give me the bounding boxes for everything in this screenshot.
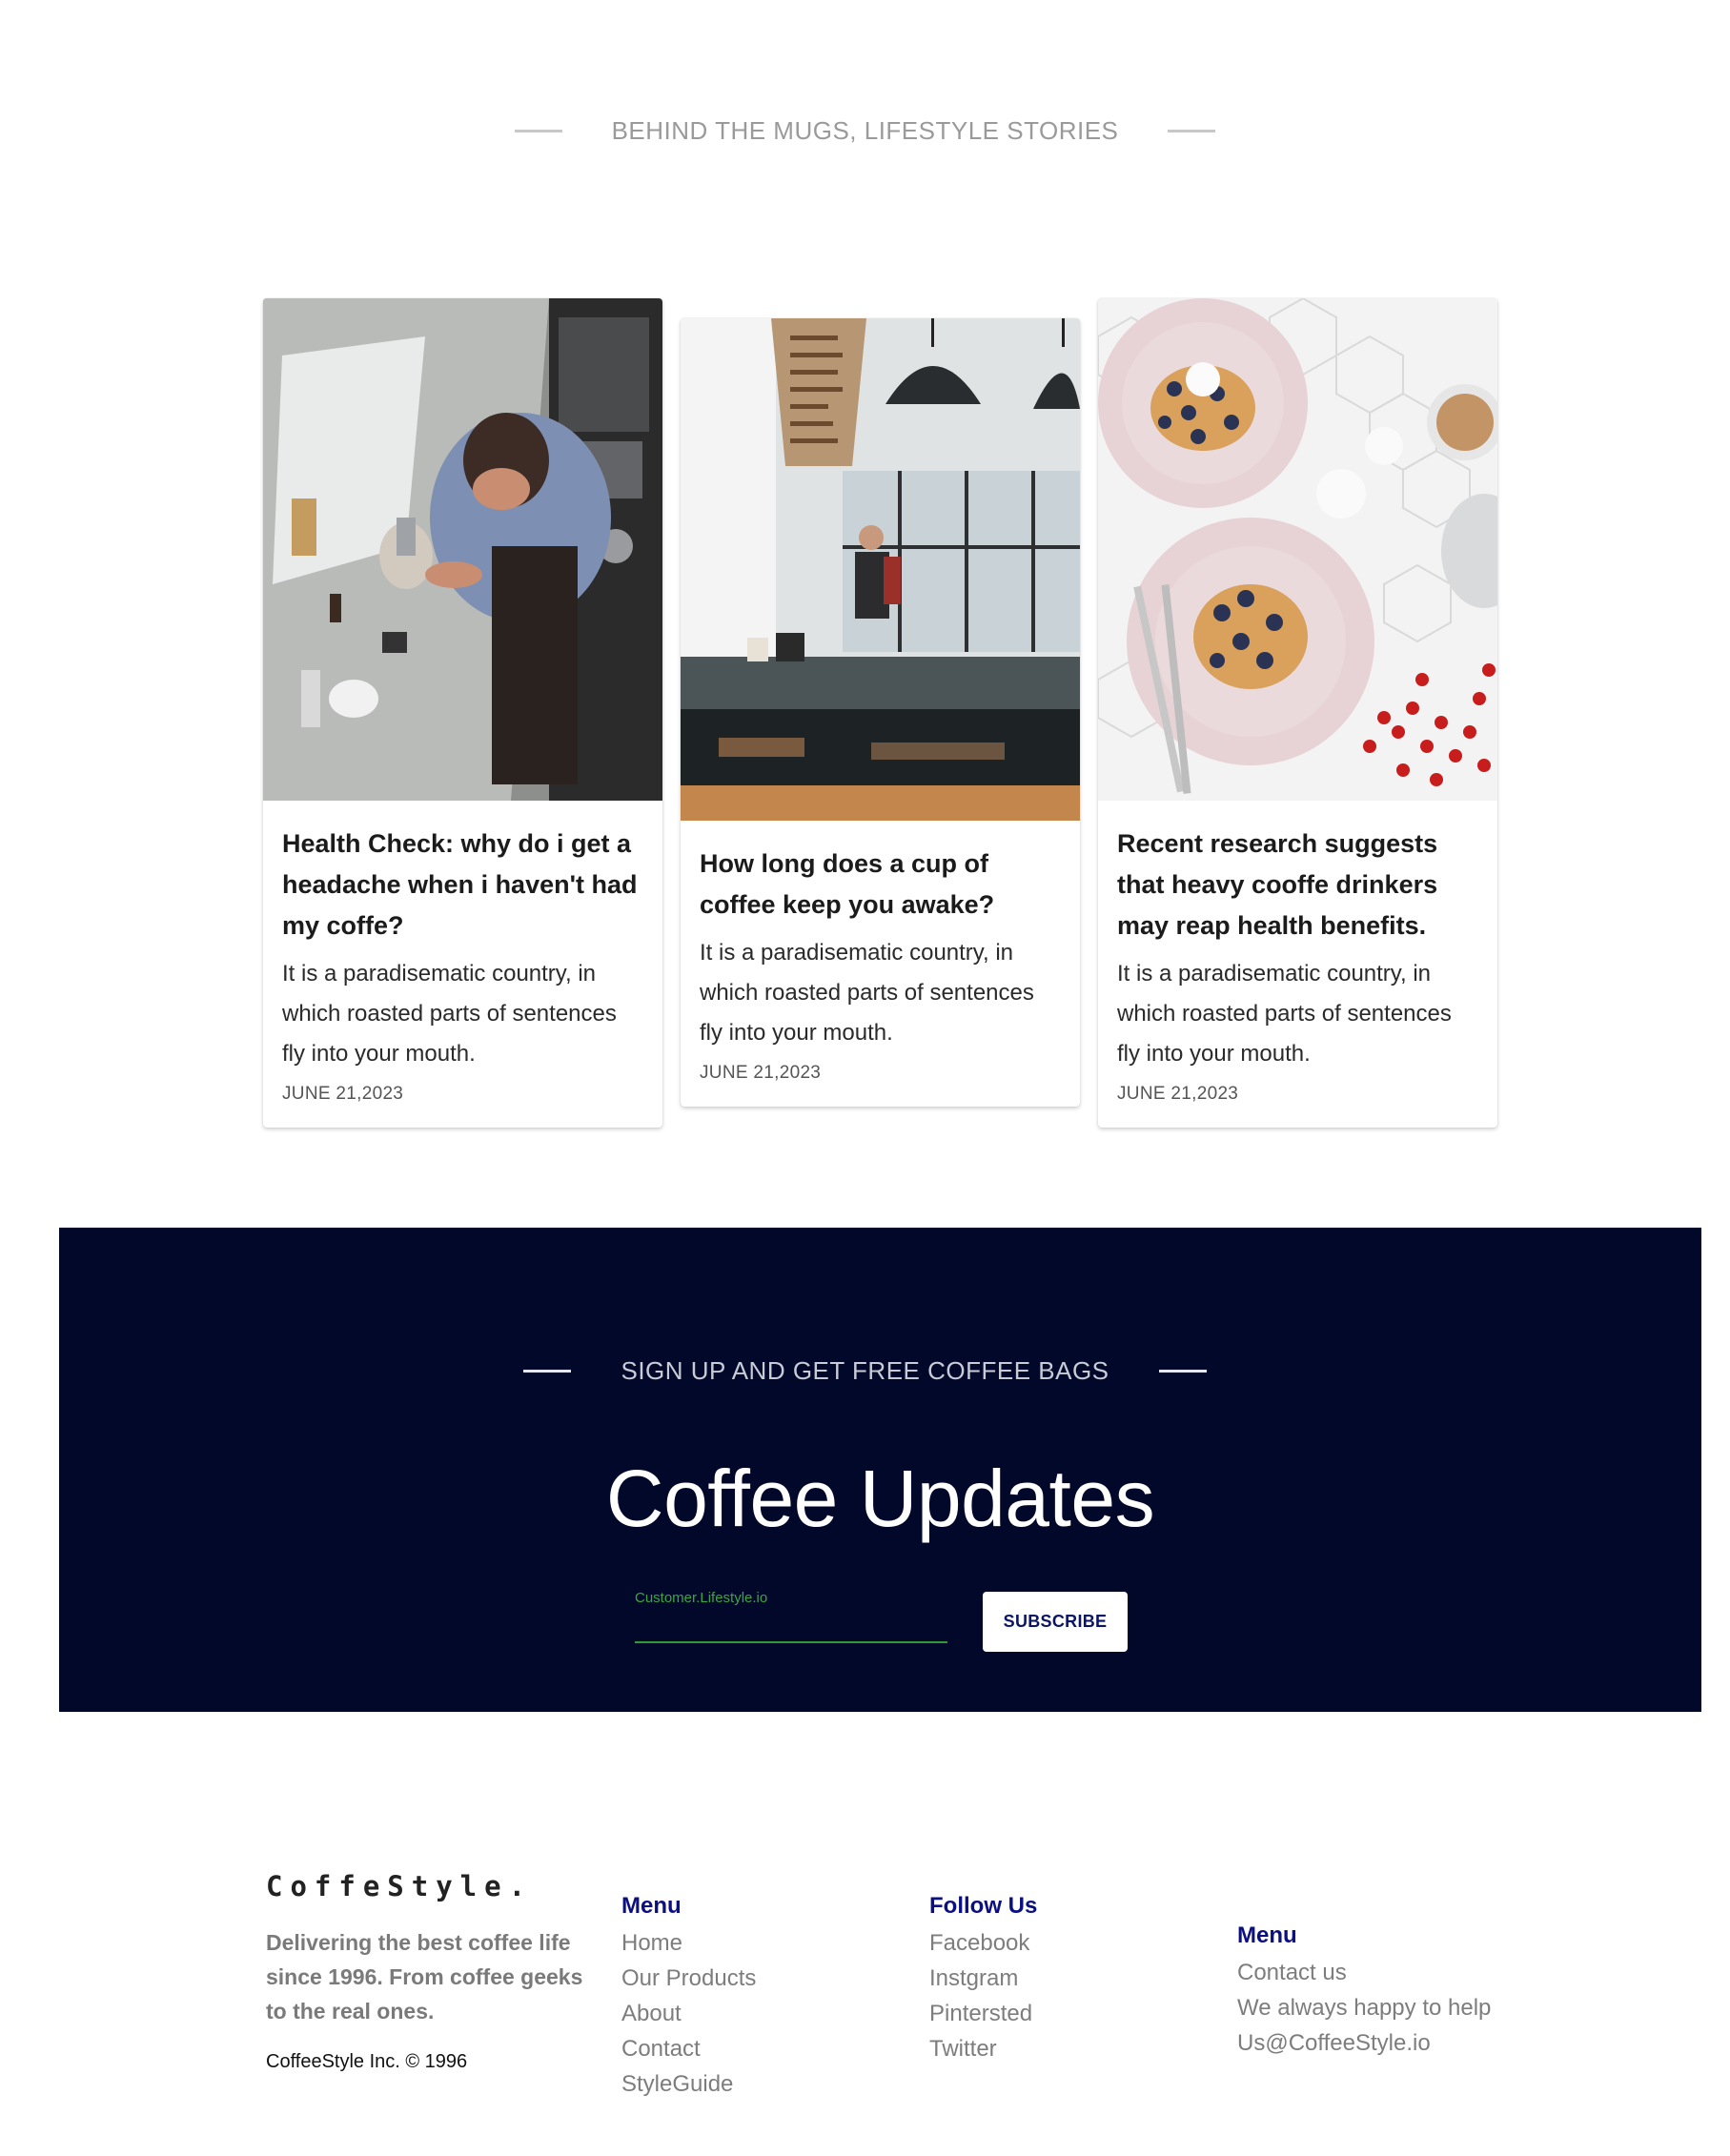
footer-contact-heading: Menu — [1237, 1922, 1297, 1948]
footer-link-home[interactable]: Home — [621, 1925, 756, 1961]
story-excerpt: It is a paradisematic country, in which … — [700, 940, 1034, 1046]
footer: CoffeStyle. Delivering the best coffee l… — [0, 1849, 1730, 2135]
stories-eyebrow-text: BEHIND THE MUGS, LIFESTYLE STORIES — [611, 116, 1119, 145]
subscribe-button[interactable]: SUBSCRIBE — [983, 1592, 1128, 1652]
footer-link-facebook[interactable]: Facebook — [929, 1925, 1037, 1961]
footer-help-text: We always happy to help — [1237, 1995, 1492, 2021]
footer-menu-heading: Menu — [621, 1893, 682, 1919]
footer-link-twitter[interactable]: Twitter — [929, 2031, 1037, 2066]
story-excerpt: It is a paradisematic country, in which … — [1117, 961, 1452, 1067]
email-field-label: Customer.Lifestyle.io — [635, 1590, 768, 1606]
story-title[interactable]: How long does a cup of coffee keep you a… — [700, 844, 1061, 925]
footer-logo[interactable]: CoffeStyle. — [266, 1870, 533, 1902]
footer-follow-column: Follow Us Facebook Instgram Pintersted T… — [929, 1891, 1037, 2066]
email-field[interactable]: Customer.Lifestyle.io — [635, 1590, 947, 1643]
heading-line-left — [523, 1370, 572, 1373]
footer-link-pinterest[interactable]: Pintersted — [929, 1996, 1037, 2031]
story-date: JUNE 21,2023 — [1117, 1084, 1239, 1104]
footer-link-our-products[interactable]: Our Products — [621, 1961, 756, 1996]
barista-pouring-milk-photo — [263, 298, 662, 801]
newsletter-section: SIGN UP AND GET FREE COFFEE BAGS Coffee … — [59, 1228, 1701, 1712]
footer-follow-heading: Follow Us — [929, 1893, 1038, 1919]
footer-link-contact[interactable]: Contact — [621, 2031, 756, 2066]
story-card[interactable]: Recent research suggests that heavy coof… — [1098, 298, 1497, 1128]
footer-contact-column: Menu Contact us We always happy to help … — [1237, 1921, 1491, 2061]
story-title[interactable]: Recent research suggests that heavy coof… — [1117, 824, 1478, 946]
heading-line-left — [514, 130, 562, 132]
heading-line-right — [1158, 1370, 1207, 1373]
story-excerpt: It is a paradisematic country, in which … — [282, 961, 617, 1067]
coffee-shop-counter-photo — [681, 318, 1080, 821]
email-input[interactable] — [635, 1611, 947, 1639]
footer-tagline: Delivering the best coffee life since 19… — [266, 1930, 583, 2024]
newsletter-title: Coffee Updates — [605, 1454, 1155, 1543]
footer-copyright: CoffeeStyle Inc. © 1996 — [266, 2051, 468, 2072]
footer-link-contact-us[interactable]: Contact us — [1237, 1955, 1491, 1990]
heading-line-right — [1168, 130, 1216, 132]
story-date: JUNE 21,2023 — [282, 1084, 404, 1104]
story-date: JUNE 21,2023 — [700, 1063, 822, 1083]
footer-email-link[interactable]: Us@CoffeeStyle.io — [1237, 2025, 1491, 2061]
story-card[interactable]: Health Check: why do i get a headache wh… — [263, 298, 662, 1128]
footer-link-about[interactable]: About — [621, 1996, 756, 2031]
story-title[interactable]: Health Check: why do i get a headache wh… — [282, 824, 643, 946]
footer-menu-column: Menu Home Our Products About Contact Sty… — [621, 1891, 756, 2102]
newsletter-heading: SIGN UP AND GET FREE COFFEE BAGS — [0, 1356, 1730, 1386]
newsletter-eyebrow-text: SIGN UP AND GET FREE COFFEE BAGS — [621, 1356, 1109, 1385]
story-card[interactable]: How long does a cup of coffee keep you a… — [681, 318, 1080, 1107]
footer-link-styleguide[interactable]: StyleGuide — [621, 2066, 756, 2102]
footer-link-instagram[interactable]: Instgram — [929, 1961, 1037, 1996]
waffles-berries-plates-photo — [1098, 298, 1497, 801]
stories-section-heading: BEHIND THE MUGS, LIFESTYLE STORIES — [0, 116, 1730, 146]
